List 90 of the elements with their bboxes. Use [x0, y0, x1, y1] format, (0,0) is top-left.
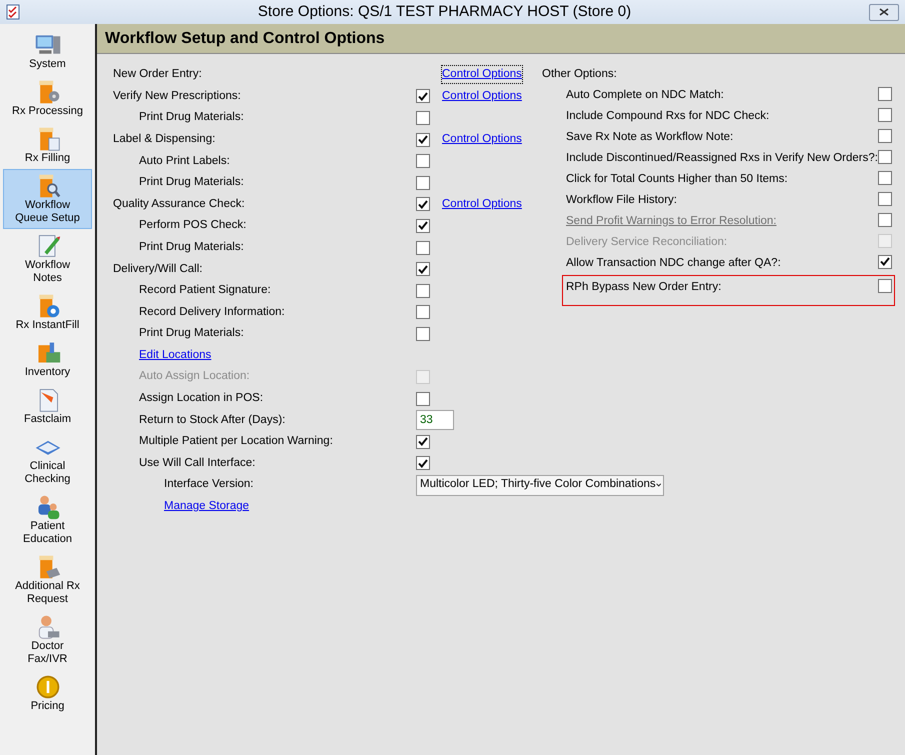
checkbox[interactable] [416, 176, 430, 190]
checkmark-icon [880, 257, 890, 266]
option-label: Include Discontinued/Reassigned Rxs in Verify New Orders?: [566, 150, 878, 166]
caret-icon [656, 482, 661, 488]
checkbox[interactable] [878, 192, 892, 206]
option-label: Multiple Patient per Location Warning: [139, 434, 333, 450]
dropdown[interactable]: Multicolor LED; Thirty-five Color Combinations [416, 474, 664, 496]
option-label: Record Delivery Information: [139, 304, 285, 320]
checkbox[interactable] [878, 108, 892, 122]
option-label: Assign Location in POS: [139, 391, 264, 406]
option-label: Interface Version: [164, 477, 254, 492]
option-label: Return to Stock After (Days): [139, 412, 286, 428]
option-label: Label & Dispensing: [113, 132, 216, 147]
checkbox[interactable] [416, 132, 430, 147]
sidebar-item[interactable]: Rx Processing [3, 75, 92, 122]
checkbox[interactable] [878, 212, 892, 227]
checkbox[interactable] [416, 110, 430, 125]
checkbox[interactable] [878, 170, 892, 185]
sidebar-item[interactable]: Clinical Checking [3, 430, 92, 490]
option-label: Delivery/Will Call: [113, 262, 202, 277]
link[interactable]: Manage Storage [164, 498, 250, 516]
checkbox[interactable] [416, 218, 430, 233]
checkbox[interactable] [878, 254, 892, 269]
sidebar-item-icon [34, 674, 62, 700]
control-options-link[interactable]: Control Options [442, 196, 522, 213]
link[interactable]: Edit Locations [139, 346, 212, 364]
checkmark-icon [418, 264, 428, 274]
sidebar-item[interactable]: System [3, 28, 92, 75]
sidebar-item[interactable]: Pricing [3, 670, 92, 717]
sidebar-item[interactable]: Additional Rx Request [3, 550, 92, 610]
checklist-icon [6, 4, 20, 20]
checkmark-icon [418, 92, 428, 101]
sidebar-item[interactable]: Workflow Notes [3, 229, 92, 289]
checkbox[interactable] [416, 262, 430, 276]
sidebar-item[interactable]: Rx InstantFill [3, 289, 92, 336]
checkbox[interactable] [416, 154, 430, 168]
link[interactable]: Send Profit Warnings to Error Resolution: [566, 212, 878, 230]
checkmark-icon [418, 458, 428, 468]
option-label: Print Drug Materials: [139, 240, 244, 255]
option-label: Quality Assurance Check: [113, 196, 245, 212]
sidebar-item[interactable]: Patient Education [3, 490, 92, 550]
option-label: Use Will Call Interface: [139, 456, 256, 471]
option-label: Print Drug Materials: [139, 326, 244, 342]
option-label: Delivery Service Reconciliation: [566, 234, 728, 250]
control-options-link[interactable]: Control Options [442, 130, 522, 148]
sidebar-item[interactable]: Rx Filling [3, 122, 92, 169]
option-label: Print Drug Materials: [139, 175, 244, 190]
sidebar-item[interactable]: Fastclaim [3, 383, 92, 430]
control-options-link[interactable]: Control Options [442, 88, 522, 106]
checkbox[interactable] [416, 456, 430, 470]
sidebar-item[interactable]: Workflow Queue Setup [3, 169, 92, 229]
number-field[interactable]: 33 [416, 410, 454, 430]
option-label: Print Drug Materials: [139, 110, 244, 126]
control-options-link[interactable]: Control Options [442, 66, 522, 84]
option-label: Perform POS Check: [139, 218, 246, 234]
checkmark-icon [418, 200, 428, 209]
checkbox[interactable] [416, 197, 430, 212]
option-label: New Order Entry: [113, 67, 202, 82]
option-label: Auto Print Labels: [139, 154, 230, 169]
checkmark-icon [418, 437, 428, 446]
option-label: Verify New Prescriptions: [113, 88, 241, 104]
checkmark-icon [418, 221, 428, 230]
option-label: Allow Transaction NDC change after QA?: [566, 256, 782, 271]
checkmark-icon [418, 135, 428, 144]
close-button[interactable] [869, 4, 899, 20]
checkbox[interactable] [416, 326, 430, 341]
section-header: Workflow Setup and Control Options [97, 24, 905, 54]
checkbox[interactable] [416, 284, 430, 298]
option-label: Include Compound Rxs for NDC Check: [566, 108, 770, 124]
section-label: Other Options: [542, 67, 617, 82]
checkbox[interactable] [416, 240, 430, 255]
option-label: Workflow File History: [566, 192, 678, 208]
option-label: Click for Total Counts Higher than 50 Items: [566, 172, 789, 187]
close-icon [879, 8, 889, 16]
sidebar-item[interactable]: Doctor Fax/IVR [3, 610, 92, 670]
checkbox[interactable] [878, 150, 892, 164]
checkbox[interactable] [878, 86, 892, 101]
option-label: RPh Bypass New Order Entry: [566, 280, 722, 295]
checkbox[interactable] [878, 128, 892, 143]
option-label: Save Rx Note as Workflow Note: [566, 130, 734, 145]
checkbox[interactable] [416, 434, 430, 449]
option-label: Auto Complete on NDC Match: [566, 88, 725, 103]
checkbox[interactable] [416, 89, 430, 104]
option-label: Record Patient Signature: [139, 283, 271, 298]
checkbox[interactable] [416, 305, 430, 320]
window-title: Store Options: QS/1 TEST PHARMACY HOST (Store 0) [256, 2, 632, 22]
sidebar-item[interactable]: Inventory [3, 336, 92, 383]
checkbox[interactable] [878, 278, 892, 293]
checkbox[interactable] [416, 392, 430, 406]
option-label: Auto Assign Location: [139, 369, 250, 384]
